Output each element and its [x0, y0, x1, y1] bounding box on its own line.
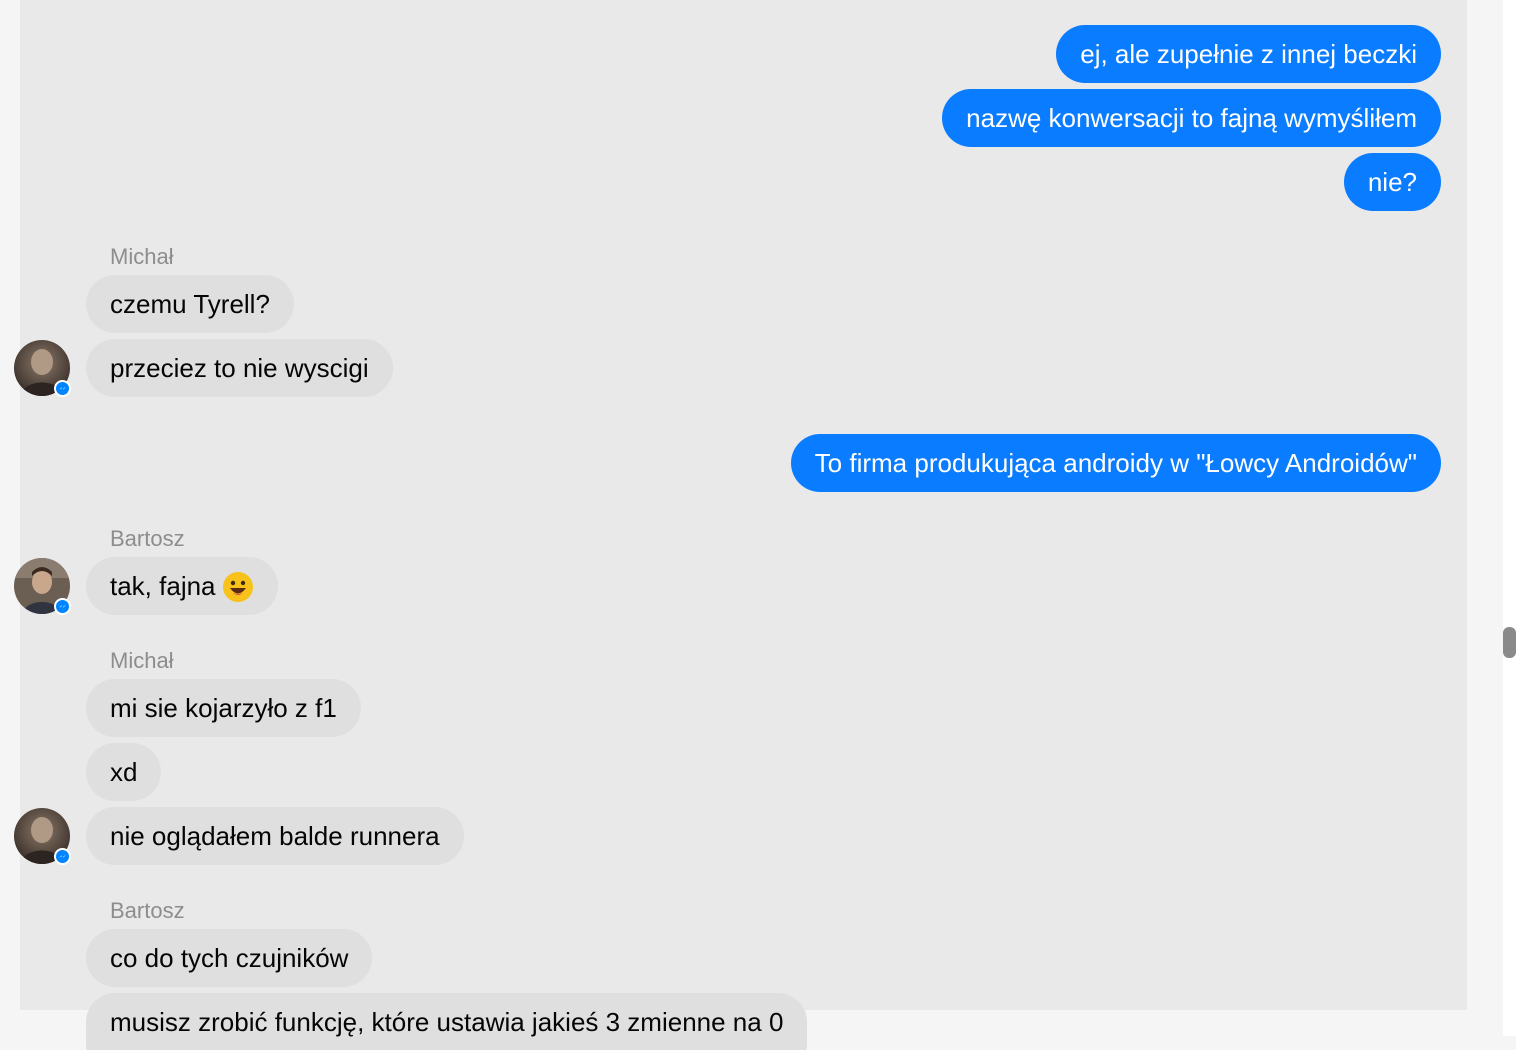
- scrollbar-thumb[interactable]: [1503, 627, 1516, 658]
- outgoing-message[interactable]: nazwę konwersacji to fajną wymyśliłem: [942, 89, 1441, 147]
- messenger-badge-icon: [54, 848, 71, 865]
- sender-name: Bartosz: [110, 898, 185, 923]
- incoming-message[interactable]: xd: [86, 743, 162, 801]
- scrollbar-track[interactable]: [1503, 0, 1516, 1036]
- avatar-michal[interactable]: [14, 340, 71, 397]
- incoming-message[interactable]: przeciez to nie wyscigi: [86, 339, 393, 397]
- sender-name: Bartosz: [110, 526, 185, 551]
- incoming-message[interactable]: mi sie kojarzyło z f1: [86, 679, 361, 737]
- incoming-message[interactable]: czemu Tyrell?: [86, 275, 294, 333]
- messenger-badge-icon: [54, 598, 71, 615]
- messenger-badge-icon: [54, 380, 71, 397]
- sender-name: Michał: [110, 244, 174, 269]
- outgoing-message[interactable]: nie?: [1343, 153, 1441, 211]
- incoming-message[interactable]: musisz zrobić funkcję, które ustawia jak…: [86, 993, 808, 1050]
- incoming-message[interactable]: nie oglądałem balde runnera: [86, 807, 464, 865]
- sender-name: Michał: [110, 648, 174, 673]
- avatar-michal[interactable]: [14, 808, 71, 865]
- avatar-bartosz[interactable]: [14, 558, 71, 615]
- message-text: tak, fajna: [110, 571, 216, 601]
- grinning-face-emoji-icon: [222, 565, 254, 623]
- incoming-message[interactable]: tak, fajna: [86, 557, 278, 615]
- outgoing-message[interactable]: To firma produkująca androidy w "Łowcy A…: [790, 434, 1441, 492]
- outgoing-message[interactable]: ej, ale zupełnie z innej beczki: [1056, 25, 1441, 83]
- incoming-message[interactable]: co do tych czujników: [86, 929, 373, 987]
- messenger-window: ej, ale zupełnie z innej beczki nazwę ko…: [0, 0, 1516, 1050]
